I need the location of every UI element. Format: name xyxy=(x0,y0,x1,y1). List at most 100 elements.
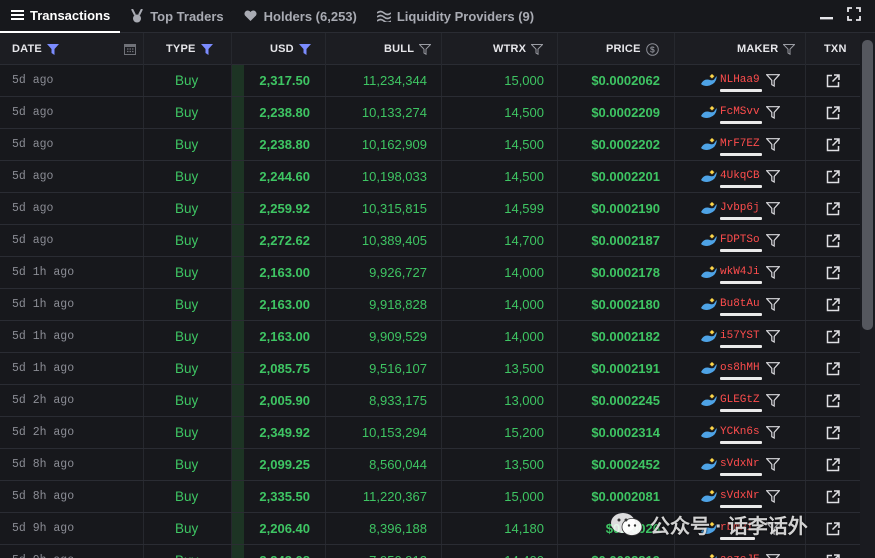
price-cell: $0.0002202 xyxy=(591,137,660,152)
filter-active-icon[interactable] xyxy=(298,43,311,55)
column-header-bull[interactable]: BULL xyxy=(384,33,432,65)
filter-maker-icon[interactable] xyxy=(765,426,781,442)
type-cell: Buy xyxy=(175,425,199,440)
table-row[interactable]: 5d 1h ago Buy 2,163.00 9,909,529 14,000 $0.00… xyxy=(0,321,860,353)
maker-address-link[interactable]: FDPTSo xyxy=(720,234,762,252)
open-transaction-icon[interactable] xyxy=(826,545,840,558)
filter-active-icon[interactable] xyxy=(46,43,59,55)
date-cell: 5d ago xyxy=(12,138,54,151)
open-transaction-icon[interactable] xyxy=(826,225,840,256)
maker-address-link[interactable]: MrF7EZ xyxy=(720,138,762,156)
table-row[interactable]: 5d ago Buy 2,238.80 10,133,274 14,500 $0.0002… xyxy=(0,97,860,129)
column-header-usd[interactable]: USD xyxy=(270,33,311,65)
calendar-icon[interactable] xyxy=(124,33,136,65)
open-transaction-icon[interactable] xyxy=(826,193,840,224)
table-row[interactable]: 5d ago Buy 2,272.62 10,389,405 14,700 $0.0002… xyxy=(0,225,860,257)
open-transaction-icon[interactable] xyxy=(826,129,840,160)
maker-address-link[interactable]: sVdxNr xyxy=(720,490,762,508)
filter-maker-icon[interactable] xyxy=(765,362,781,378)
column-header-price[interactable]: PRICE $ xyxy=(606,33,659,65)
maker-address-link[interactable]: sVdxNr xyxy=(720,458,762,476)
table-row[interactable]: 5d 1h ago Buy 2,163.00 9,918,828 14,000 $0.00… xyxy=(0,289,860,321)
filter-maker-icon[interactable] xyxy=(765,170,781,186)
maker-address-link[interactable]: i57YST xyxy=(720,330,762,348)
column-label: USD xyxy=(270,43,294,55)
column-header-maker[interactable]: MAKER xyxy=(737,33,796,65)
maker-cell: i57YST xyxy=(700,321,781,352)
maker-address-link[interactable]: 4UkqCB xyxy=(720,170,762,188)
column-header-date[interactable]: DATE xyxy=(12,33,59,65)
filter-maker-icon[interactable] xyxy=(765,234,781,250)
column-header-wtrx[interactable]: WTRX xyxy=(493,33,544,65)
filter-maker-icon[interactable] xyxy=(765,266,781,282)
filter-maker-icon[interactable] xyxy=(765,202,781,218)
dollar-toggle-icon[interactable]: $ xyxy=(645,42,659,56)
maker-cell: FDPTSo xyxy=(700,225,781,256)
column-header-type[interactable]: TYPE xyxy=(166,33,213,65)
open-transaction-icon[interactable] xyxy=(826,65,840,96)
usd-cell: 2,206.40 xyxy=(259,521,310,536)
open-transaction-icon[interactable] xyxy=(826,481,840,512)
maker-address-link[interactable]: FcMSvv xyxy=(720,106,762,124)
maker-cell: aozcJE xyxy=(700,545,781,558)
maker-address-link[interactable]: NLHaa9 xyxy=(720,74,762,92)
filter-icon[interactable] xyxy=(419,43,432,55)
open-transaction-icon[interactable] xyxy=(826,161,840,192)
maker-address-link[interactable]: YCKn6s xyxy=(720,426,762,444)
open-transaction-icon[interactable] xyxy=(826,289,840,320)
table-row[interactable]: 5d ago Buy 2,259.92 10,315,815 14,599 $0.0002… xyxy=(0,193,860,225)
open-transaction-icon[interactable] xyxy=(826,385,840,416)
price-cell: $0.0002182 xyxy=(591,329,660,344)
tab-liquidity-providers[interactable]: Liquidity Providers (9) xyxy=(367,0,544,33)
tab-holders[interactable]: Holders (6,253) xyxy=(234,0,367,33)
table-row[interactable]: 5d ago Buy 2,238.80 10,162,909 14,500 $0.0002… xyxy=(0,129,860,161)
maker-address-link[interactable]: aozcJE xyxy=(720,554,760,558)
filter-maker-icon[interactable] xyxy=(765,554,781,558)
table-row[interactable]: 5d 2h ago Buy 2,349.92 10,153,294 15,200 $0.0… xyxy=(0,417,860,449)
filter-active-icon[interactable] xyxy=(200,43,213,55)
table-row[interactable]: 5d 8h ago Buy 2,335.50 11,220,367 15,000 $0.0… xyxy=(0,481,860,513)
filter-icon[interactable] xyxy=(531,43,544,55)
open-transaction-icon[interactable] xyxy=(826,449,840,480)
maker-address-link[interactable]: Bu8tAu xyxy=(720,298,762,316)
filter-maker-icon[interactable] xyxy=(765,298,781,314)
filter-maker-icon[interactable] xyxy=(765,330,781,346)
tab-transactions[interactable]: Transactions xyxy=(0,0,121,33)
open-transaction-icon[interactable] xyxy=(826,353,840,384)
open-transaction-icon[interactable] xyxy=(826,513,840,544)
open-transaction-icon[interactable] xyxy=(826,257,840,288)
filter-maker-icon[interactable] xyxy=(765,394,781,410)
bull-cell: 7,950,912 xyxy=(369,545,427,558)
usd-cell: 2,243.08 xyxy=(259,545,310,558)
bull-cell: 9,516,107 xyxy=(369,361,427,376)
tab-top-traders[interactable]: Top Traders xyxy=(120,0,233,33)
table-row[interactable]: 5d 2h ago Buy 2,005.90 8,933,175 13,000 $0.00… xyxy=(0,385,860,417)
open-transaction-icon[interactable] xyxy=(826,97,840,128)
filter-icon[interactable] xyxy=(783,43,796,55)
table-row[interactable]: 5d 9h ago Buy 2,243.08 7,950,912 14,400 $0.00… xyxy=(0,545,860,558)
scrollbar-thumb[interactable] xyxy=(862,40,873,330)
maker-address-link[interactable]: Jvbp6j xyxy=(720,202,762,220)
table-row[interactable]: 5d 1h ago Buy 2,163.00 9,926,727 14,000 $0.00… xyxy=(0,257,860,289)
filter-maker-icon[interactable] xyxy=(765,490,781,506)
maker-address-link[interactable]: wkW4Ji xyxy=(720,266,762,284)
filter-maker-icon[interactable] xyxy=(765,138,781,154)
date-cell: 5d ago xyxy=(12,106,54,119)
open-transaction-icon[interactable] xyxy=(826,321,840,352)
minimize-icon[interactable] xyxy=(820,7,833,25)
filter-maker-icon[interactable] xyxy=(765,106,781,122)
filter-maker-icon[interactable] xyxy=(765,74,781,90)
maker-cell: wkW4Ji xyxy=(700,257,781,288)
filter-maker-icon[interactable] xyxy=(765,458,781,474)
maker-address-link[interactable]: os8hMH xyxy=(720,362,762,380)
price-cell: $0.0002245 xyxy=(591,393,660,408)
open-transaction-icon[interactable] xyxy=(826,417,840,448)
table-row[interactable]: 5d ago Buy 2,317.50 11,234,344 15,000 $0.0002… xyxy=(0,65,860,97)
table-row[interactable]: 5d ago Buy 2,244.60 10,198,033 14,500 $0.0002… xyxy=(0,161,860,193)
whale-icon xyxy=(700,105,718,120)
table-row[interactable]: 5d 1h ago Buy 2,085.75 9,516,107 13,500 $0.00… xyxy=(0,353,860,385)
table-row[interactable]: 5d 8h ago Buy 2,099.25 8,560,044 13,500 $0.00… xyxy=(0,449,860,481)
medal-icon xyxy=(130,9,144,23)
maker-address-link[interactable]: GLEGtZ xyxy=(720,394,762,412)
expand-icon[interactable] xyxy=(847,6,861,26)
